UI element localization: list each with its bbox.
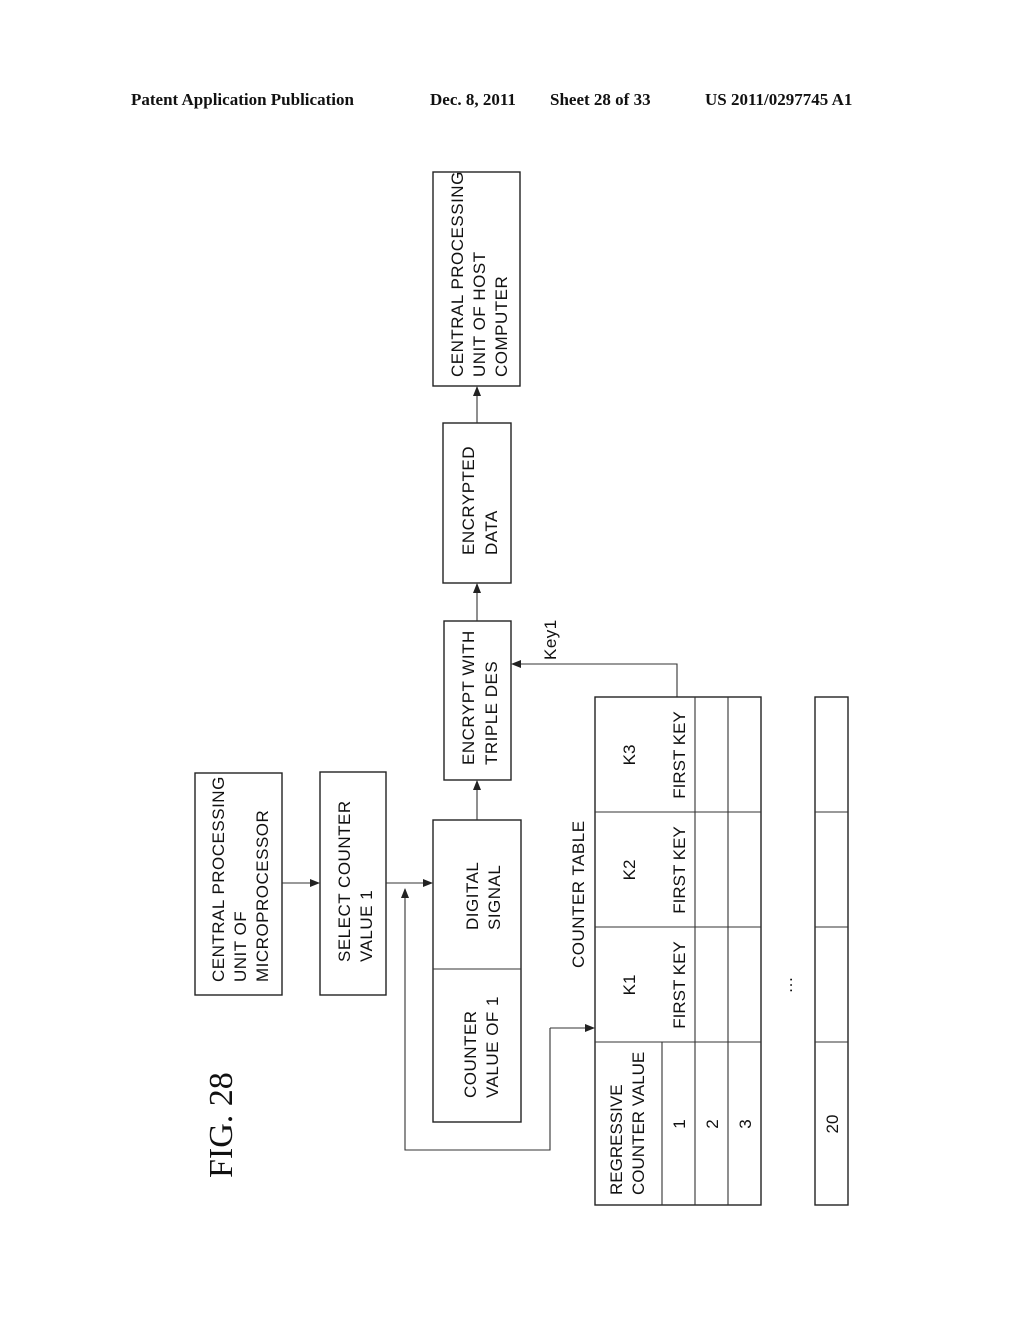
node-select-counter: SELECT COUNTER VALUE 1 [319,771,387,996]
node-text: TRIPLE DES [482,661,501,765]
node-encrypted-data: ENCRYPTED DATA [442,422,512,584]
node-text: VALUE 1 [357,890,376,962]
node-text: SIGNAL [485,865,504,930]
table-row: 2 [703,1119,722,1128]
node-text: CENTRAL PROCESSING [209,776,228,982]
counter-table-title: COUNTER TABLE [569,820,588,968]
key1-label: Key1 [541,619,560,660]
node-text: DATA [482,510,501,555]
node-text: COUNTER [461,1010,480,1098]
table-row: 3 [736,1119,755,1128]
counter-table: REGRESSIVE COUNTER VALUE K1 K2 K3 1 FIRS… [594,696,762,1206]
node-cpu-host: CENTRAL PROCESSING UNIT OF HOST COMPUTER [432,171,521,387]
node-cpu-microprocessor: CENTRAL PROCESSING UNIT OF MICROPROCESSO… [194,772,283,996]
header-cell: K2 [620,860,639,881]
row-value: 2 [703,1119,722,1128]
arrow-key1-to-encrypt [511,660,678,697]
table-cell: FIRST KEY [670,711,689,799]
header-cell: REGRESSIVE [607,1084,626,1195]
diagram-canvas: FIG. 28 CENTRAL PROCESSING UNIT OF HOST … [194,171,849,1206]
node-text: UNIT OF HOST [470,251,489,377]
node-text: ENCRYPTED [459,446,478,555]
row-value: 1 [670,1119,689,1128]
row-value: 3 [736,1119,755,1128]
node-text: CENTRAL PROCESSING [448,171,467,377]
node-text: UNIT OF [231,911,250,982]
table-cell: FIRST KEY [670,941,689,1029]
row-value: 20 [823,1115,842,1134]
table-row-last: 20 [814,696,849,1206]
node-text: COMPUTER [492,276,511,377]
node-text: MICROPROCESSOR [253,810,272,982]
node-text: VALUE OF 1 [483,996,502,1098]
node-data-packet: DIGITAL SIGNAL COUNTER VALUE OF 1 [432,819,522,1123]
node-text: ENCRYPT WITH [459,630,478,765]
header-cell: COUNTER VALUE [629,1052,648,1195]
header-cell: K3 [620,745,639,766]
node-encrypt-triple-des: ENCRYPT WITH TRIPLE DES [443,620,512,781]
node-text: DIGITAL [463,862,482,930]
figure-label: FIG. 28 [203,1072,240,1178]
node-text: SELECT COUNTER [335,800,354,962]
table-ellipsis: … [777,977,796,994]
header-cell: K1 [620,975,639,996]
table-cell: FIRST KEY [670,826,689,914]
